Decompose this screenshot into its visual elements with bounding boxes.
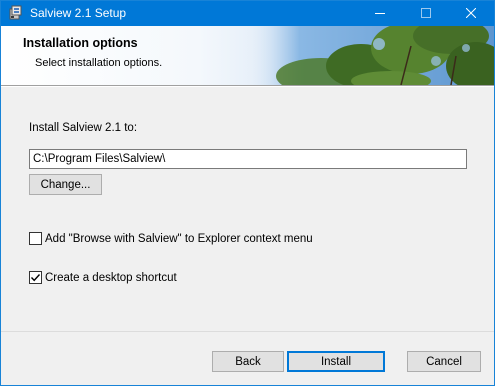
banner-divider-highlight (1, 86, 494, 87)
desktop-shortcut-option[interactable]: Create a desktop shortcut (29, 271, 177, 284)
footer-divider (1, 331, 494, 332)
page-subtitle: Select installation options. (35, 57, 163, 69)
close-icon (465, 7, 477, 21)
minimize-icon (375, 7, 385, 21)
header-banner: Installation options Select installation… (1, 26, 494, 85)
install-button[interactable]: Install (287, 351, 385, 372)
install-location-label: Install Salview 2.1 to: (29, 122, 138, 134)
setup-window: Salview 2.1 Setup Installation options S… (0, 0, 495, 386)
page-title: Installation options (23, 36, 138, 50)
context-menu-checkbox[interactable] (29, 232, 42, 245)
title-bar[interactable]: Salview 2.1 Setup (1, 1, 494, 26)
maximize-button[interactable] (403, 1, 449, 26)
change-button[interactable]: Change... (29, 174, 102, 195)
installer-icon (8, 5, 24, 21)
cancel-button[interactable]: Cancel (407, 351, 481, 372)
window-title: Salview 2.1 Setup (30, 6, 127, 20)
desktop-shortcut-checkbox[interactable] (29, 271, 42, 284)
context-menu-label: Add "Browse with Salview" to Explorer co… (45, 232, 313, 245)
context-menu-option[interactable]: Add "Browse with Salview" to Explorer co… (29, 232, 313, 245)
minimize-button[interactable] (357, 1, 403, 26)
install-path-input[interactable] (29, 149, 467, 169)
back-button[interactable]: Back (212, 351, 284, 372)
close-button[interactable] (448, 1, 494, 26)
checkmark-icon (30, 274, 41, 282)
desktop-shortcut-label: Create a desktop shortcut (45, 271, 177, 284)
maximize-icon (421, 7, 431, 21)
banner-image (251, 26, 494, 85)
